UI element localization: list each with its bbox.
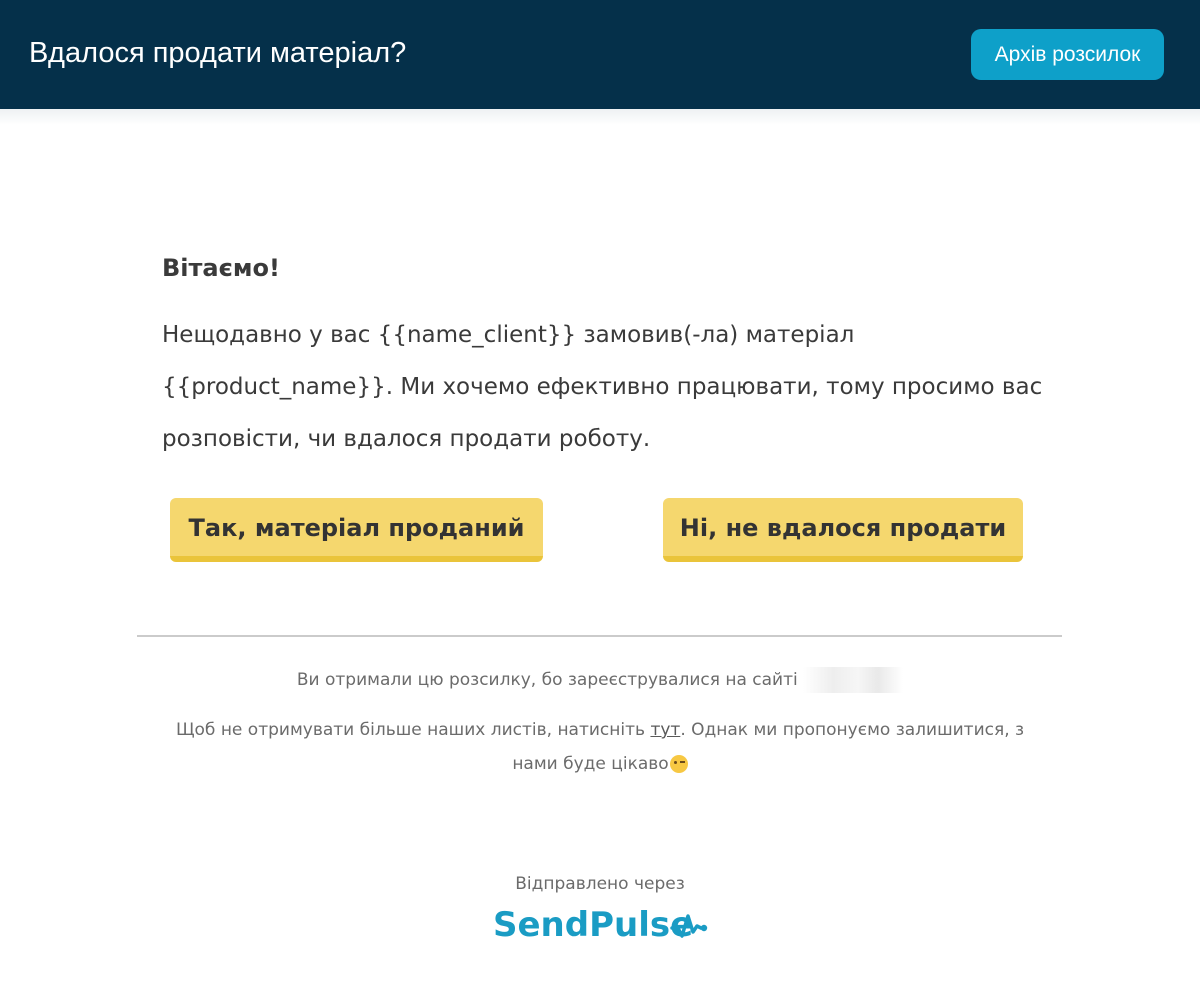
material-sold-button[interactable]: Так, матеріал проданий	[170, 498, 543, 562]
wink-emoji-icon: 😉	[669, 755, 688, 773]
archive-button[interactable]: Архів розсилок	[971, 29, 1164, 80]
not-sold-button[interactable]: Ні, не вдалося продати	[663, 498, 1023, 562]
body-text-line: {{product_name}}. Ми хочемо ефективно пр…	[162, 374, 1043, 400]
header-shadow	[0, 109, 1200, 125]
unsubscribe-suffix-text: . Однак ми пропонуємо залишитися, з	[680, 720, 1025, 740]
body-text-line: Нещодавно у вас {{name_client}} замовив(…	[162, 322, 855, 348]
sendpulse-logo-text: SendPulse	[493, 905, 694, 945]
sent-via-label: Відправлено через	[515, 874, 685, 894]
footer-divider	[137, 635, 1062, 637]
unsubscribe-notice: Щоб не отримувати більше наших листів, н…	[0, 715, 1200, 745]
pulse-icon	[670, 914, 708, 938]
body-text-line: розповісти, чи вдалося продати роботу.	[162, 426, 651, 452]
registration-notice-text: Ви отримали цю розсилку, бо зареєструвал…	[296, 670, 798, 690]
unsubscribe-link[interactable]: тут	[650, 720, 680, 740]
email-header-bar: Вдалося продати матеріал? Архів розсилок	[0, 0, 1200, 109]
email-subject-title: Вдалося продати матеріал?	[29, 37, 407, 69]
unsubscribe-prefix-text: Щоб не отримувати більше наших листів, н…	[175, 720, 646, 740]
blurred-site-name	[803, 667, 904, 693]
registration-notice: Ви отримали цю розсилку, бо зареєструвал…	[0, 665, 1200, 695]
sendpulse-logo[interactable]: SendPulse	[490, 902, 720, 948]
stay-text: нами буде цікаво	[512, 754, 669, 774]
greeting-heading: Вітаємо!	[162, 254, 280, 282]
unsubscribe-notice-line2: нами буде цікаво😉	[0, 749, 1200, 779]
